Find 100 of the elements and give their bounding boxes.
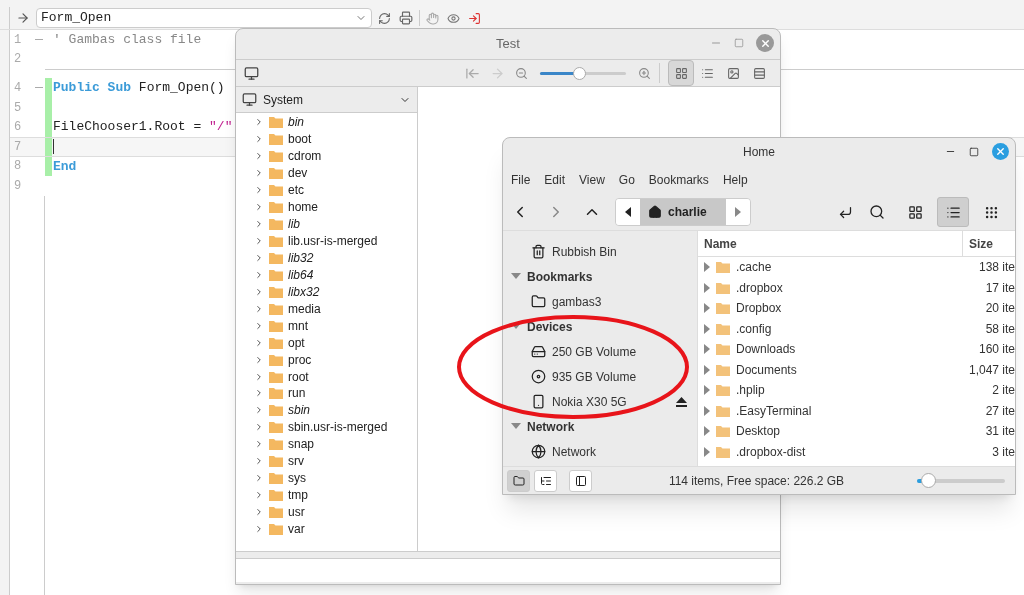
path-left-button[interactable] [616, 199, 640, 225]
folder-name[interactable]: lib.usr-is-merged [288, 232, 378, 251]
expand-arrow[interactable] [704, 426, 710, 437]
path-right-button[interactable] [726, 199, 750, 225]
folder-name[interactable]: media [288, 299, 321, 318]
folder-name[interactable]: snap [288, 435, 315, 454]
eject-icon[interactable] [676, 396, 687, 407]
menu-item[interactable]: Go [618, 171, 635, 189]
column-header[interactable]: Size [963, 231, 1015, 256]
path-button[interactable]: charlie [640, 199, 726, 225]
folder-name[interactable]: home [288, 198, 319, 217]
folder-name[interactable]: lib32 [288, 248, 314, 267]
folder-name[interactable]: sbin.usr-is-merged [288, 418, 388, 437]
folder-icon [269, 184, 283, 197]
folder-name[interactable]: libx32 [288, 282, 320, 301]
folder-name[interactable]: proc [288, 350, 312, 369]
file-name[interactable]: .hplip [736, 381, 993, 400]
folder-name[interactable]: run [288, 384, 306, 403]
print-icon[interactable] [399, 11, 413, 25]
path-field[interactable] [236, 558, 780, 582]
expand-arrow[interactable] [704, 405, 710, 416]
root-dropdown[interactable]: System [236, 87, 417, 113]
expand-arrow[interactable] [704, 262, 710, 273]
folder-name[interactable]: etc [288, 181, 304, 200]
file-size: 31 ite [985, 423, 1015, 441]
close-icon [759, 37, 771, 49]
menu-item[interactable]: File [511, 171, 531, 189]
maximize-icon[interactable] [969, 146, 979, 157]
slider-thumb[interactable] [572, 66, 586, 80]
folder-name[interactable]: lib64 [288, 265, 314, 284]
fold-marker[interactable] [34, 87, 43, 89]
folder-name[interactable]: tmp [288, 486, 308, 505]
hand-icon[interactable] [426, 11, 439, 25]
section-heading: Bookmarks [527, 268, 593, 286]
menu-item[interactable]: Help [722, 171, 748, 189]
folder-name[interactable]: cdrom [288, 147, 322, 166]
folder-name[interactable]: dev [288, 164, 308, 183]
folder-name[interactable]: srv [288, 452, 304, 471]
sidebar-item[interactable]: Nokia X30 5G [552, 392, 670, 411]
view-button[interactable] [937, 197, 969, 227]
pane-button[interactable] [534, 469, 557, 492]
sidebar-item[interactable]: Rubbish Bin [552, 242, 687, 261]
expand-arrow[interactable] [704, 385, 710, 396]
view-icon [752, 66, 766, 80]
file-name[interactable]: .EasyTerminal [736, 401, 986, 420]
zoom-in-icon[interactable] [638, 66, 651, 80]
search-icon[interactable] [869, 204, 885, 220]
fold-marker[interactable] [34, 39, 43, 41]
file-name[interactable]: .config [736, 319, 986, 338]
file-name[interactable]: .dropbox [736, 278, 986, 297]
refresh-icon[interactable] [378, 11, 391, 25]
close-icon [995, 146, 1006, 157]
file-name[interactable]: .cache [736, 258, 979, 277]
pane-button[interactable] [569, 469, 592, 492]
file-name[interactable]: Downloads [736, 340, 979, 359]
expand-arrow[interactable] [704, 446, 710, 457]
folder-icon [269, 472, 283, 485]
sidebar-item[interactable]: 935 GB Volume [552, 367, 687, 386]
sidebar-item[interactable]: 250 GB Volume [552, 342, 687, 361]
exit-icon[interactable] [468, 11, 481, 25]
expand-arrow[interactable] [704, 364, 710, 375]
folder-name[interactable]: sbin [288, 401, 310, 420]
zoom-slider[interactable] [540, 66, 626, 80]
expander-icon[interactable] [511, 323, 521, 330]
file-name[interactable]: Documents [736, 360, 969, 379]
column-header[interactable]: Name [698, 231, 963, 256]
folder-name[interactable]: bin [288, 113, 304, 132]
folder-name[interactable]: sys [288, 469, 306, 488]
section-heading: Devices [527, 318, 573, 336]
eye-icon[interactable] [447, 11, 460, 25]
file-name[interactable]: Desktop [736, 422, 986, 441]
computer-icon[interactable] [244, 65, 259, 81]
folder-name[interactable]: opt [288, 333, 305, 352]
menu-item[interactable]: Edit [544, 171, 566, 189]
sidebar-item[interactable]: gambas3 [552, 292, 687, 311]
zoom-slider[interactable] [917, 472, 1005, 489]
slider-thumb[interactable] [921, 473, 937, 488]
menu-item[interactable]: View [579, 171, 605, 189]
menu-item[interactable]: Bookmarks [648, 171, 709, 189]
folder-name[interactable]: root [288, 367, 309, 386]
location-icon[interactable] [838, 204, 853, 220]
close-button[interactable] [756, 34, 774, 52]
file-name[interactable]: Dropbox [736, 299, 986, 318]
file-name[interactable]: .dropbox-dist [736, 442, 993, 461]
folder-name[interactable]: var [288, 519, 305, 538]
expander-icon[interactable] [511, 423, 521, 430]
expander-icon[interactable] [511, 273, 521, 280]
sidebar-item[interactable]: Network [552, 442, 687, 461]
close-button[interactable] [992, 143, 1009, 160]
zoom-out-icon[interactable] [515, 66, 528, 80]
expand-arrow[interactable] [704, 344, 710, 355]
folder-name[interactable]: lib [288, 215, 300, 234]
folder-name[interactable]: usr [288, 503, 305, 522]
folder-name[interactable]: mnt [288, 316, 308, 335]
expand-arrow[interactable] [704, 323, 710, 334]
expand-arrow[interactable] [704, 303, 710, 314]
procedure-dropdown[interactable]: Form_Open [36, 8, 372, 28]
line-number: 8 [13, 158, 23, 176]
folder-name[interactable]: boot [288, 130, 312, 149]
expand-arrow[interactable] [704, 282, 710, 293]
